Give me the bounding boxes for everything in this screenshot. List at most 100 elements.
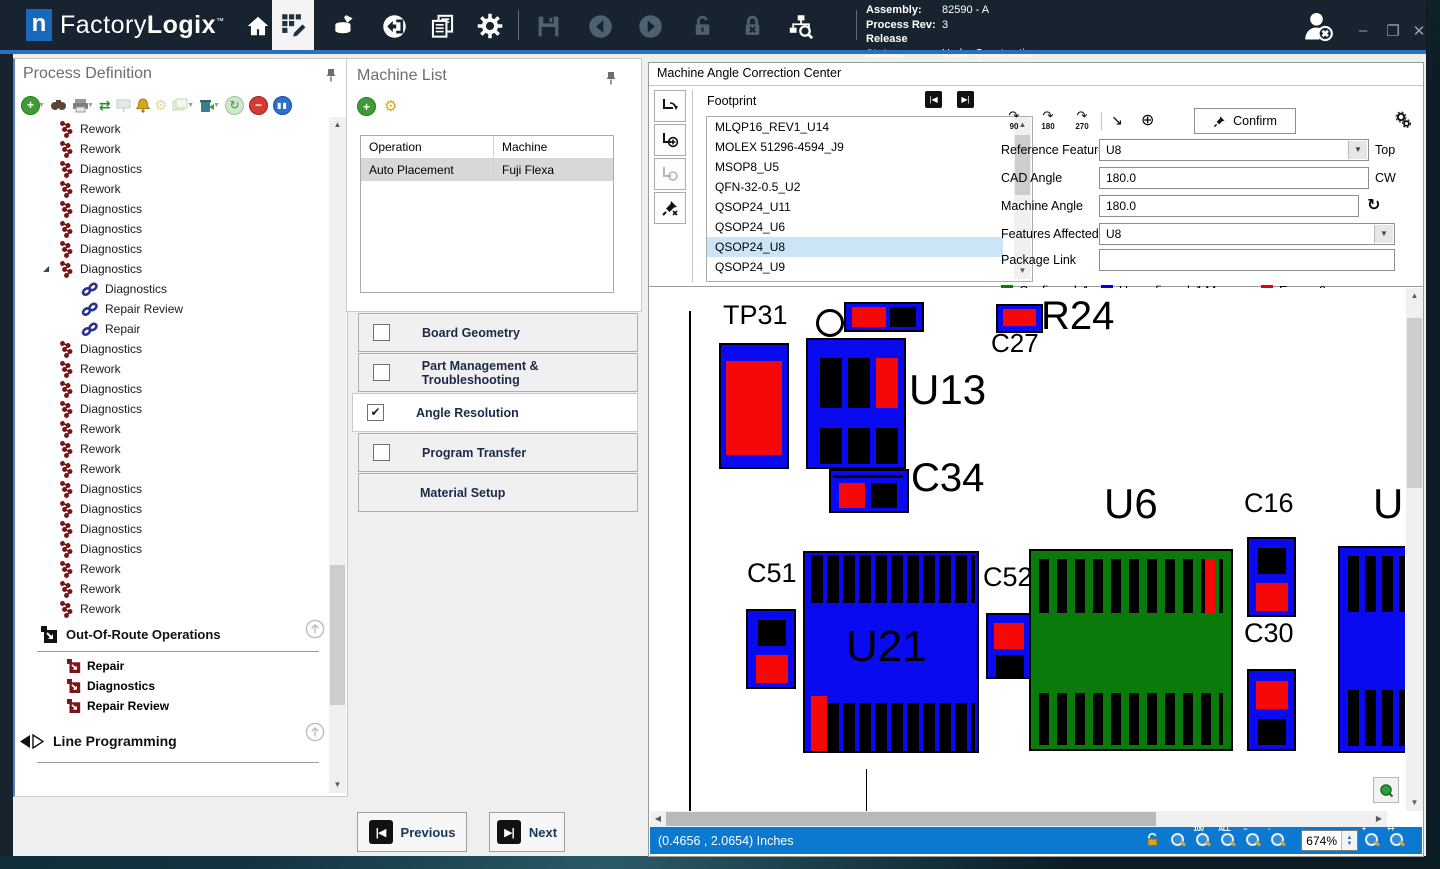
- pin-icon[interactable]: [325, 68, 337, 82]
- close-button[interactable]: ✕: [1408, 22, 1430, 40]
- find-icon[interactable]: [50, 98, 67, 112]
- flow-search-icon[interactable]: [782, 8, 818, 44]
- home-icon[interactable]: [240, 8, 276, 44]
- tree-item[interactable]: Rework: [19, 179, 324, 199]
- pcb-component[interactable]: [844, 302, 924, 332]
- tree-item[interactable]: Diagnostics: [19, 539, 324, 559]
- add-icon[interactable]: +▼: [21, 96, 45, 115]
- first-footprint-icon[interactable]: |◀: [925, 91, 942, 108]
- tree-item[interactable]: Diagnostics: [19, 219, 324, 239]
- rotate-add-icon[interactable]: [654, 124, 686, 156]
- scroll-up-icon[interactable]: ▲: [329, 117, 346, 133]
- footprint-item[interactable]: QSOP24_U6: [707, 217, 1003, 237]
- reorder-icon[interactable]: ⇄: [99, 97, 111, 114]
- suspend-icon[interactable]: ▮▮: [273, 96, 292, 115]
- tree-item[interactable]: Diagnostics: [19, 519, 324, 539]
- tree-item[interactable]: Repair: [19, 319, 324, 339]
- tree-item[interactable]: Rework: [19, 459, 324, 479]
- settings-gear-icon[interactable]: [472, 8, 508, 44]
- tree-scrollbar[interactable]: ▲ ▼: [329, 117, 346, 793]
- delete-icon[interactable]: ▼: [199, 98, 220, 113]
- out-of-route-item[interactable]: Repair Review: [19, 696, 339, 716]
- next-button[interactable]: ▶| Next: [489, 812, 565, 852]
- lock-close-icon[interactable]: [734, 8, 770, 44]
- scroll-down-icon[interactable]: ▼: [329, 777, 346, 793]
- documents-icon[interactable]: [424, 8, 460, 44]
- scroll-up-icon[interactable]: ▲: [1406, 288, 1423, 304]
- scroll-right-icon[interactable]: ▶: [1371, 811, 1387, 827]
- scroll-thumb[interactable]: [666, 812, 1156, 826]
- bell-icon[interactable]: [136, 98, 150, 113]
- rotate-footprint-icon[interactable]: [654, 90, 686, 122]
- checkbox[interactable]: [373, 324, 390, 341]
- tree-item[interactable]: Rework: [19, 579, 324, 599]
- scroll-down-icon[interactable]: ▼: [1406, 795, 1423, 811]
- tree-item[interactable]: Diagnostics: [19, 279, 324, 299]
- copy-icon[interactable]: ▼: [172, 98, 194, 112]
- step-part-management-troubleshooting[interactable]: Part Management & Troubleshooting: [358, 353, 638, 392]
- tree-item[interactable]: Rework: [19, 439, 324, 459]
- tree-item[interactable]: Rework: [19, 599, 324, 619]
- pcb-component-C30[interactable]: [1247, 669, 1296, 751]
- zoom-in-fast-icon[interactable]: ++: [1389, 832, 1404, 847]
- scroll-left-icon[interactable]: ◀: [650, 811, 666, 827]
- print-icon[interactable]: ▼: [72, 98, 94, 113]
- step-material-setup[interactable]: Material Setup: [358, 473, 638, 512]
- collapse-up-icon[interactable]: [305, 619, 325, 642]
- footprint-item[interactable]: MLQP16_REV1_U14: [707, 117, 1003, 137]
- tree-item[interactable]: Diagnostics: [19, 159, 324, 179]
- footprint-item[interactable]: MOLEX 51296-4594_J9: [707, 137, 1003, 157]
- pcb-component-U-right[interactable]: [1338, 546, 1405, 753]
- pcb-component-U13[interactable]: [806, 338, 906, 469]
- pcb-component-C51[interactable]: [746, 609, 796, 689]
- column-operation[interactable]: Operation: [361, 136, 494, 158]
- tree-item[interactable]: Diagnostics: [19, 239, 324, 259]
- zoom-level-box[interactable]: 674% ▲▼: [1301, 830, 1358, 851]
- zoom-100-icon[interactable]: 100: [1195, 832, 1210, 847]
- out-of-route-item[interactable]: Diagnostics: [19, 676, 339, 696]
- zoom-out-fast-icon[interactable]: --: [1245, 832, 1260, 847]
- tree-item[interactable]: Diagnostics: [19, 379, 324, 399]
- unlock-icon[interactable]: [684, 8, 720, 44]
- zoom-out-icon[interactable]: -: [1270, 832, 1285, 847]
- pcb-component-C52[interactable]: [986, 613, 1031, 679]
- tree-item[interactable]: ◢Diagnostics: [19, 259, 324, 279]
- pin-icon[interactable]: [605, 71, 617, 85]
- tree-item[interactable]: Diagnostics: [19, 499, 324, 519]
- pcb-feature-circle[interactable]: [816, 309, 844, 337]
- tree-item[interactable]: Repair Review: [19, 299, 324, 319]
- out-of-route-item[interactable]: Repair: [19, 656, 339, 676]
- tree-item[interactable]: Rework: [19, 559, 324, 579]
- maximize-button[interactable]: ❐: [1382, 22, 1404, 40]
- presentation-icon[interactable]: [116, 98, 131, 113]
- materials-icon[interactable]: [326, 8, 362, 44]
- footprint-item[interactable]: QSOP24_U11: [707, 197, 1003, 217]
- checkbox-checked[interactable]: ✔: [367, 404, 384, 421]
- footprint-item[interactable]: MSOP8_U5: [707, 157, 1003, 177]
- next-footprint-icon[interactable]: ▶|: [957, 91, 974, 108]
- minimize-button[interactable]: –: [1352, 22, 1374, 39]
- tree-item[interactable]: Diagnostics: [19, 199, 324, 219]
- forward-icon[interactable]: [632, 8, 668, 44]
- out-of-route-header[interactable]: Out-Of-Route Operations: [19, 621, 339, 647]
- pcb-viewer[interactable]: TP31 C27 R24 U13: [650, 288, 1405, 811]
- tree-item[interactable]: Rework: [19, 119, 324, 139]
- column-machine[interactable]: Machine: [494, 136, 613, 158]
- magnify-region-button[interactable]: [1373, 777, 1399, 803]
- tree-item[interactable]: Diagnostics: [19, 399, 324, 419]
- checkbox[interactable]: [373, 444, 390, 461]
- step-angle-resolution[interactable]: ✔Angle Resolution: [352, 393, 638, 432]
- scroll-thumb[interactable]: [1407, 318, 1422, 488]
- tree-item[interactable]: Rework: [19, 139, 324, 159]
- tree-item[interactable]: Diagnostics: [19, 339, 324, 359]
- viewer-vscrollbar[interactable]: ▲ ▼: [1406, 288, 1423, 811]
- tree-item[interactable]: Rework: [19, 359, 324, 379]
- process-editor-icon[interactable]: [272, 0, 314, 50]
- line-programming-header[interactable]: Line Programming: [19, 724, 339, 758]
- zoom-in-icon[interactable]: +: [1364, 832, 1379, 847]
- sync-icon[interactable]: [376, 8, 412, 44]
- configure-gear-icon[interactable]: ⚙: [384, 97, 397, 116]
- deactivate-icon[interactable]: −: [249, 96, 268, 115]
- footprint-item[interactable]: QFN-32-0.5_U2: [707, 177, 1003, 197]
- scroll-thumb[interactable]: [330, 565, 345, 705]
